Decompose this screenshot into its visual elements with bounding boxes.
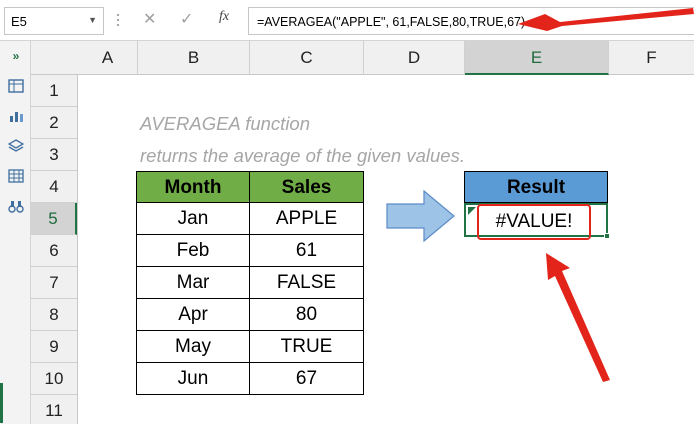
column-header-c[interactable]: C xyxy=(250,41,364,75)
row-header-9[interactable]: 9 xyxy=(31,331,77,363)
drag-handle-icon[interactable] xyxy=(113,11,123,31)
table-cell-month[interactable]: Jun xyxy=(136,363,250,395)
table-icon[interactable] xyxy=(8,79,24,93)
column-header-f[interactable]: F xyxy=(609,41,694,75)
table-cell-sales[interactable]: 67 xyxy=(250,363,364,395)
table-cell-sales[interactable]: 80 xyxy=(250,299,364,331)
row-header-11[interactable]: 11 xyxy=(31,395,77,424)
column-header-a[interactable]: A xyxy=(78,41,138,75)
enter-icon[interactable]: ✓ xyxy=(180,9,193,29)
chevron-down-icon[interactable]: ▼ xyxy=(88,15,97,25)
table-header-sales[interactable]: Sales xyxy=(250,171,364,203)
row-headers: 1 2 3 4 5 6 7 8 9 10 11 xyxy=(31,75,78,424)
row-header-2[interactable]: 2 xyxy=(31,107,77,139)
expand-icon[interactable]: » xyxy=(8,49,24,63)
row-header-8[interactable]: 8 xyxy=(31,299,77,331)
table-cell-sales[interactable]: APPLE xyxy=(250,203,364,235)
row-header-10[interactable]: 10 xyxy=(31,363,77,395)
row-header-1[interactable]: 1 xyxy=(31,75,77,107)
result-value: #VALUE! xyxy=(477,204,591,240)
result-header[interactable]: Result xyxy=(464,171,608,203)
formula-input[interactable]: =AVERAGEA("APPLE", 61,FALSE,80,TRUE,67) xyxy=(248,7,694,35)
binoculars-icon[interactable] xyxy=(8,199,24,213)
active-indicator xyxy=(0,383,3,423)
table-cell-month[interactable]: Jan xyxy=(136,203,250,235)
row-header-5[interactable]: 5 xyxy=(31,203,77,235)
layers-icon[interactable] xyxy=(7,139,25,153)
table-cell-month[interactable]: Feb xyxy=(136,235,250,267)
row-header-6[interactable]: 6 xyxy=(31,235,77,267)
table-cell-month[interactable]: May xyxy=(136,331,250,363)
table-header-month[interactable]: Month xyxy=(136,171,250,203)
table-cell-sales[interactable]: FALSE xyxy=(250,267,364,299)
side-panel: » xyxy=(0,41,31,424)
column-header-e[interactable]: E xyxy=(465,41,609,75)
formula-text: =AVERAGEA("APPLE", 61,FALSE,80,TRUE,67) xyxy=(257,15,526,29)
formula-bar: E5 ▼ ✕ ✓ fx =AVERAGEA("APPLE", 61,FALSE,… xyxy=(0,0,694,41)
chart-icon[interactable] xyxy=(8,109,24,123)
row-header-7[interactable]: 7 xyxy=(31,267,77,299)
table-cell-month[interactable]: Mar xyxy=(136,267,250,299)
block-arrow-icon xyxy=(386,190,455,242)
description-line-2: returns the average of the given values. xyxy=(140,145,465,166)
column-headers: A B C D E F xyxy=(31,41,694,75)
insert-function-icon[interactable]: fx xyxy=(219,9,229,25)
grid-icon[interactable] xyxy=(8,169,24,183)
column-header-d[interactable]: D xyxy=(364,41,465,75)
error-indicator-icon xyxy=(468,207,476,215)
row-header-3[interactable]: 3 xyxy=(31,139,77,171)
column-header-b[interactable]: B xyxy=(138,41,250,75)
row-header-4[interactable]: 4 xyxy=(31,171,77,203)
description-line-1: AVERAGEA function xyxy=(140,113,311,134)
cancel-icon[interactable]: ✕ xyxy=(143,9,156,29)
table-cell-sales[interactable]: TRUE xyxy=(250,331,364,363)
name-box-value: E5 xyxy=(11,14,27,29)
table-cell-sales[interactable]: 61 xyxy=(250,235,364,267)
name-box[interactable]: E5 ▼ xyxy=(4,7,104,35)
fill-handle[interactable] xyxy=(604,233,610,239)
worksheet-grid[interactable]: AVERAGEA function returns the average of… xyxy=(78,75,694,424)
table-cell-month[interactable]: Apr xyxy=(136,299,250,331)
